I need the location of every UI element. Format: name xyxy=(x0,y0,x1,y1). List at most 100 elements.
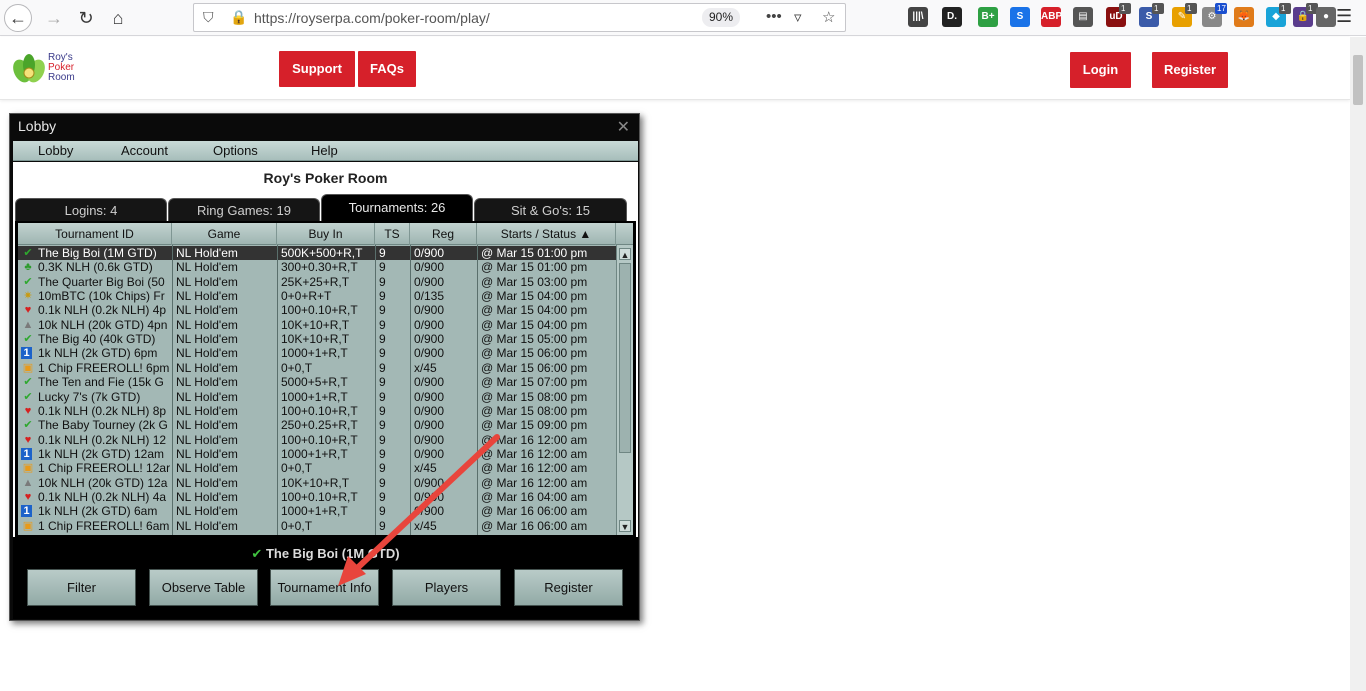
col-tournament-id[interactable]: Tournament ID xyxy=(18,223,172,245)
tournament-row[interactable]: ✔ Lucky 7's (7k GTD) NL Hold'em 1000+1+R,T 9… xyxy=(18,390,616,404)
lock-icon[interactable]: 🔒 xyxy=(230,9,247,26)
extension-badge: 17 xyxy=(1215,3,1227,14)
adblock-icon[interactable]: ABP xyxy=(1041,7,1062,27)
filter-button[interactable]: Filter xyxy=(27,569,136,606)
scroll-down-icon[interactable]: ▼ xyxy=(619,520,631,532)
fox-icon[interactable]: 🦊 xyxy=(1234,7,1254,27)
tournament-row[interactable]: 1 1k NLH (2k GTD) 6am NL Hold'em 1000+1+R,T… xyxy=(18,504,616,518)
cell-reg: 0/900 xyxy=(414,418,445,433)
lobby-register-button[interactable]: Register xyxy=(514,569,623,606)
cell-game: NL Hold'em xyxy=(176,274,238,289)
menu-account[interactable]: Account xyxy=(121,143,168,158)
cell-start: @ Mar 16 04:00 am xyxy=(481,489,588,504)
col-starts-status[interactable]: Starts / Status ▲ xyxy=(477,223,616,245)
cell-name: 10k NLH (20k GTD) 4pn xyxy=(38,317,168,332)
tab-ring-games[interactable]: Ring Games: 19 xyxy=(168,198,320,221)
reader-icon[interactable]: D. xyxy=(942,7,962,27)
page-scrollbar[interactable] xyxy=(1350,37,1366,691)
tournament-row[interactable]: ✔ The Ten and Fie (15k G NL Hold'em 5000+5+… xyxy=(18,375,616,389)
sidebar-icon[interactable]: ▤ xyxy=(1073,7,1093,27)
tournament-row[interactable]: ♥ 0.1k NLH (0.2k NLH) 12 NL Hold'em 100+0.1… xyxy=(18,433,616,447)
col-game[interactable]: Game xyxy=(172,223,277,245)
support-button[interactable]: Support xyxy=(279,51,355,87)
site-logo[interactable]: Roy's Poker Room xyxy=(12,51,102,85)
menu-options[interactable]: Options xyxy=(213,143,258,158)
tab-logins[interactable]: Logins: 4 xyxy=(15,198,167,221)
library-icon[interactable]: |||\ xyxy=(908,7,928,27)
page-scrollbar-thumb[interactable] xyxy=(1353,55,1363,105)
column-divider xyxy=(477,245,478,535)
scroll-up-icon[interactable]: ▲ xyxy=(619,248,631,260)
tournament-row[interactable]: ✔ The Baby Tourney (2k G NL Hold'em 250+0.2… xyxy=(18,418,616,432)
tournament-row[interactable]: ✔ The Big 40 (40k GTD) NL Hold'em 10K+10+R,… xyxy=(18,332,616,346)
cell-game: NL Hold'em xyxy=(176,346,238,361)
tournament-row[interactable]: ✔ The Quarter Big Boi (50 NL Hold'em 25K+25… xyxy=(18,275,616,289)
tournament-row[interactable]: 1 1k NLH (2k GTD) 6pm NL Hold'em 1000+1+R,T… xyxy=(18,346,616,360)
menu-help[interactable]: Help xyxy=(311,143,338,158)
cell-reg: 0/900 xyxy=(414,274,445,289)
cell-ts: 9 xyxy=(379,375,386,390)
reload-icon[interactable]: ↻ xyxy=(72,4,100,32)
cell-buyin: 10K+10+R,T xyxy=(281,332,350,347)
url-text[interactable]: https://royserpa.com/poker-room/play/ xyxy=(254,10,490,26)
home-icon[interactable]: ⌂ xyxy=(104,4,132,32)
tournament-row[interactable]: ▣ 1 Chip FREEROLL! 6am NL Hold'em 0+0,T 9 x/4… xyxy=(18,519,616,533)
faqs-button[interactable]: FAQs xyxy=(358,51,416,87)
cell-game: NL Hold'em xyxy=(176,461,238,476)
bplus-icon[interactable]: B+ xyxy=(978,7,998,27)
cell-buyin: 1000+1+R,T xyxy=(281,446,348,461)
tournament-info-button[interactable]: Tournament Info xyxy=(270,569,379,606)
login-button[interactable]: Login xyxy=(1070,52,1131,88)
grid-scrollbar[interactable]: ▲ ▼ xyxy=(616,245,633,535)
tournament-row[interactable]: ♥ 0.1k NLH (0.2k NLH) 4p NL Hold'em 100+0.1… xyxy=(18,303,616,317)
site-register-button[interactable]: Register xyxy=(1152,52,1228,88)
forward-button[interactable]: → xyxy=(40,4,68,32)
pocket-icon[interactable]: ▿ xyxy=(794,8,802,26)
site-header: Roy's Poker Room Support FAQs Login Regi… xyxy=(0,37,1350,100)
selected-tournament-name: The Big Boi (1M GTD) xyxy=(265,546,400,561)
s-icon[interactable]: S xyxy=(1010,7,1030,27)
cell-reg: 0/900 xyxy=(414,504,445,519)
page-actions-icon[interactable]: ••• xyxy=(766,8,782,25)
hamburger-menu-icon[interactable]: ☰ xyxy=(1336,6,1352,27)
tournament-row[interactable]: ♣ 0.3K NLH (0.6k GTD) NL Hold'em 300+0.30+R… xyxy=(18,260,616,274)
col-ts[interactable]: TS xyxy=(375,223,410,245)
cell-start: @ Mar 15 06:00 pm xyxy=(481,346,588,361)
cell-start: @ Mar 15 04:00 pm xyxy=(481,303,588,318)
tournament-row[interactable]: ♥ 0.1k NLH (0.2k NLH) 4a NL Hold'em 100+0.1… xyxy=(18,490,616,504)
zoom-level[interactable]: 90% xyxy=(702,8,740,27)
bookmark-star-icon[interactable]: ☆ xyxy=(822,8,835,26)
menu-lobby[interactable]: Lobby xyxy=(38,143,73,158)
tab-sit-and-gos[interactable]: Sit & Go's: 15 xyxy=(474,198,627,221)
cell-start: @ Mar 16 06:00 am xyxy=(481,504,588,519)
cell-name: 0.3K NLH (0.6k GTD) xyxy=(38,260,153,275)
cell-ts: 9 xyxy=(379,432,386,447)
tournament-row[interactable]: ✔ The Big Boi (1M GTD) NL Hold'em 500K+500+… xyxy=(18,246,616,261)
players-button[interactable]: Players xyxy=(392,569,501,606)
tournament-row[interactable]: ▲ 10k NLH (20k GTD) 12a NL Hold'em 10K+10+R… xyxy=(18,476,616,490)
col-reg[interactable]: Reg xyxy=(410,223,477,245)
shield-icon[interactable]: ⛉ xyxy=(203,9,214,26)
grid-scrollbar-thumb[interactable] xyxy=(619,263,631,453)
cell-reg: 0/900 xyxy=(414,246,445,260)
cell-buyin: 100+0.10+R,T xyxy=(281,432,358,447)
tab-tournaments[interactable]: Tournaments: 26 xyxy=(321,194,473,221)
cell-buyin: 500K+500+R,T xyxy=(281,246,363,260)
tournament-row[interactable]: ▣ 1 Chip FREEROLL! 12ar NL Hold'em 0+0,T 9 x/… xyxy=(18,461,616,475)
tournament-row[interactable]: ✷ 10mBTC (10k Chips) Fr NL Hold'em 0+0+R+T 9… xyxy=(18,289,616,303)
tournament-row[interactable]: ▣ 1 Chip FREEROLL! 6pm NL Hold'em 0+0,T 9 x/4… xyxy=(18,361,616,375)
tournament-row[interactable]: 1 1k NLH (2k GTD) 12am NL Hold'em 1000+1+R,… xyxy=(18,447,616,461)
tournament-row[interactable]: ▲ 10k NLH (20k GTD) 4pn NL Hold'em 10K+10+R… xyxy=(18,318,616,332)
tournament-grid-frame: Tournament ID Game Buy In TS Reg Starts … xyxy=(15,221,636,537)
back-button[interactable]: ← xyxy=(4,4,32,32)
cell-buyin: 100+0.10+R,T xyxy=(281,303,358,318)
close-icon[interactable]: ✕ xyxy=(617,117,630,137)
cell-game: NL Hold'em xyxy=(176,375,238,390)
url-bar[interactable]: ⛉ 🔒 https://royserpa.com/poker-room/play… xyxy=(193,3,846,32)
observe-table-button[interactable]: Observe Table xyxy=(149,569,258,606)
col-buy-in[interactable]: Buy In xyxy=(277,223,375,245)
ball-icon[interactable]: ● xyxy=(1316,7,1336,27)
cell-game: NL Hold'em xyxy=(176,303,238,318)
tournament-row[interactable]: ♥ 0.1k NLH (0.2k NLH) 8p NL Hold'em 100+0.1… xyxy=(18,404,616,418)
cell-reg: 0/900 xyxy=(414,260,445,275)
